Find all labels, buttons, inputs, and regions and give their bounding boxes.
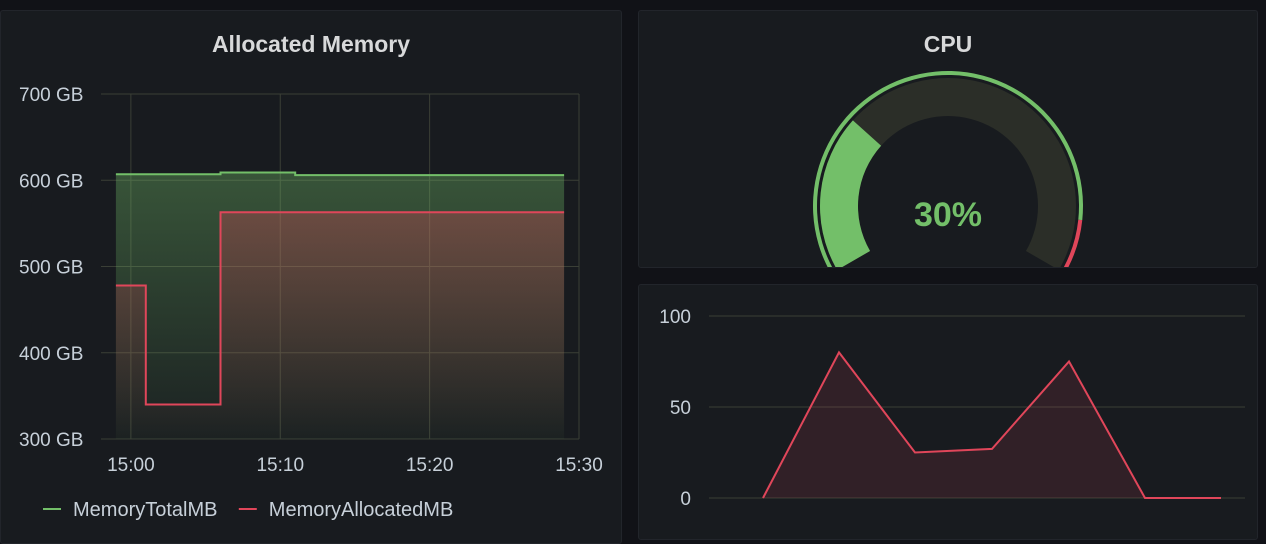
y-tick-label: 500 GB (19, 258, 83, 279)
gauge-value-text: 30% (914, 196, 982, 234)
cpu-timeseries-panel: 0 50 100 (638, 284, 1258, 540)
series-line (115, 171, 565, 177)
series-area (763, 352, 1221, 498)
cpu-gauge: 30% (813, 71, 1083, 267)
y-tick-label: 50 (670, 398, 691, 419)
y-tick-label: 700 GB (19, 85, 83, 106)
x-tick-label: 15:10 (256, 455, 304, 476)
x-tick-label: 15:30 (555, 455, 603, 476)
legend-label: MemoryTotalMB (73, 499, 217, 521)
y-tick-label: 0 (680, 489, 691, 510)
cpu-chart: 0 50 100 (659, 307, 1245, 510)
y-tick-label: 600 GB (19, 171, 83, 192)
y-tick-label: 400 GB (19, 344, 83, 365)
x-tick-label: 15:00 (107, 455, 155, 476)
cpu-gauge-panel: CPU 30% (638, 10, 1258, 268)
y-tick-label: 100 (659, 307, 691, 328)
legend-label: MemoryAllocatedMB (269, 499, 454, 521)
allocated-memory-panel: Allocated Memory 300 GB 400 GB 500 GB 600 G… (0, 10, 622, 544)
y-tick-label: 300 GB (19, 430, 83, 451)
x-tick-label: 15:20 (406, 455, 454, 476)
memory-chart: 300 GB 400 GB 500 GB 600 GB 700 GB 15:00 15:10… (19, 85, 603, 521)
